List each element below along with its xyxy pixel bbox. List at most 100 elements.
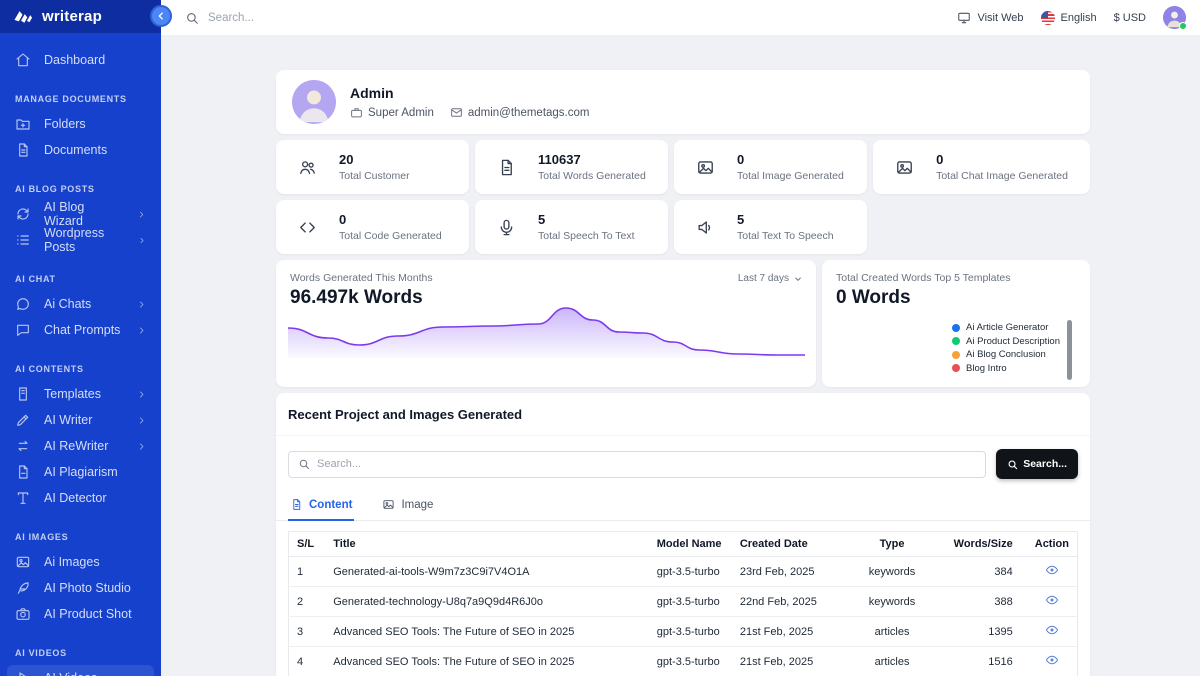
- table-search[interactable]: [288, 451, 986, 478]
- mic-icon: [497, 218, 516, 237]
- sidebar-item-wordpress-posts[interactable]: Wordpress Posts: [0, 227, 161, 253]
- view-eye-icon[interactable]: [1045, 593, 1059, 607]
- pen-icon: [15, 412, 31, 428]
- tab-image[interactable]: Image: [380, 489, 435, 521]
- table-body: 1Generated-ai-tools-W9m7z3C9i7V4O1Agpt-3…: [289, 557, 1078, 676]
- column-header-title: Title: [325, 532, 649, 557]
- visit-web-link[interactable]: Visit Web: [957, 11, 1023, 25]
- play-icon: [15, 670, 31, 676]
- sidebar-section-ai-contents: AI CONTENTS: [15, 358, 146, 380]
- view-eye-icon[interactable]: [1045, 623, 1059, 637]
- table-row: 2Generated-technology-U8q7a9Q9d4R6J0ogpt…: [289, 587, 1078, 617]
- cell-title-link[interactable]: Generated-technology-U8q7a9Q9d4R6J0o: [325, 587, 649, 617]
- table-row: 3Advanced SEO Tools: The Future of SEO i…: [289, 617, 1078, 647]
- sidebar-item-folders[interactable]: Folders: [0, 111, 161, 137]
- sidebar-item-label: AI ReWriter: [44, 439, 108, 453]
- profile-name: Admin: [350, 85, 589, 101]
- stat-card-total-code-generated: 0Total Code Generated: [276, 200, 469, 254]
- search-icon: [1007, 459, 1018, 470]
- range-dropdown[interactable]: Last 7 days: [738, 273, 802, 284]
- view-eye-icon[interactable]: [1045, 653, 1059, 667]
- legend-scrollbar[interactable]: [1067, 320, 1072, 380]
- topbar-right: Visit Web English $ USD: [957, 6, 1186, 29]
- stat-value: 0: [737, 152, 844, 167]
- table-search-input[interactable]: [317, 458, 976, 470]
- view-eye-icon[interactable]: [1045, 563, 1059, 577]
- chevron-down-icon: [794, 275, 802, 283]
- stat-value: 20: [339, 152, 410, 167]
- cell-action: [1027, 617, 1078, 647]
- words-chart-title: Words Generated This Months: [290, 272, 802, 284]
- monitor-icon: [957, 11, 971, 25]
- sidebar-item-ai-detector[interactable]: AI Detector: [0, 485, 161, 511]
- sidebar-item-documents[interactable]: Documents: [0, 137, 161, 163]
- column-header-model-name: Model Name: [649, 532, 732, 557]
- stat-label: Total Chat Image Generated: [936, 170, 1068, 182]
- visit-web-label: Visit Web: [977, 12, 1023, 24]
- plagiarism-icon: [15, 464, 31, 480]
- topbar-search[interactable]: [185, 11, 408, 25]
- sidebar-item-ai-photo-studio[interactable]: AI Photo Studio: [0, 575, 161, 601]
- sidebar-item-label: AI Photo Studio: [44, 581, 131, 595]
- stats-grid: 20Total Customer110637Total Words Genera…: [276, 140, 1090, 254]
- stat-value: 0: [936, 152, 1068, 167]
- user-avatar[interactable]: [1163, 6, 1186, 29]
- sidebar-item-ai-blog-wizard[interactable]: AI Blog Wizard: [0, 201, 161, 227]
- language-label: English: [1061, 12, 1097, 24]
- cell-words: 1395: [946, 617, 1027, 647]
- sidebar-item-ai-rewriter[interactable]: AI ReWriter: [0, 433, 161, 459]
- currency-selector[interactable]: $ USD: [1114, 12, 1146, 24]
- legend-item-ai-blog-conclusion: Ai Blog Conclusion: [952, 349, 1060, 360]
- cell-title-link[interactable]: Advanced SEO Tools: The Future of SEO in…: [325, 647, 649, 676]
- language-selector[interactable]: English: [1041, 11, 1097, 25]
- speaker-icon: [696, 218, 715, 237]
- stat-value: 0: [339, 212, 442, 227]
- sidebar-section-ai-videos: AI VIDEOS: [15, 642, 146, 664]
- stat-card-total-image-generated: 0Total Image Generated: [674, 140, 867, 194]
- legend-item-ai-product-description: Ai Product Description: [952, 336, 1060, 347]
- stat-card-total-customer: 20Total Customer: [276, 140, 469, 194]
- envelope-icon: [450, 106, 463, 119]
- cell-title-link[interactable]: Advanced SEO Tools: The Future of SEO in…: [325, 617, 649, 647]
- stat-label: Total Text To Speech: [737, 230, 834, 242]
- cell-title-link[interactable]: Generated-ai-tools-W9m7z3C9i7V4O1A: [325, 557, 649, 587]
- sidebar-item-label: AI Videos: [44, 671, 97, 676]
- sidebar-item-ai-chats[interactable]: Ai Chats: [0, 291, 161, 317]
- search-icon: [298, 458, 310, 470]
- sidebar-item-ai-plagiarism[interactable]: AI Plagiarism: [0, 459, 161, 485]
- tab-content[interactable]: Content: [288, 489, 354, 521]
- sidebar-item-label: AI Detector: [44, 491, 107, 505]
- cell-sl: 4: [289, 647, 326, 676]
- words-generated-chart-card: Words Generated This Months 96.497k Word…: [276, 260, 816, 387]
- document-icon: [15, 142, 31, 158]
- sidebar-item-ai-writer[interactable]: AI Writer: [0, 407, 161, 433]
- cell-model: gpt-3.5-turbo: [649, 557, 732, 587]
- sidebar-item-chat-prompts[interactable]: Chat Prompts: [0, 317, 161, 343]
- sidebar: writerap DashboardMANAGE DOCUMENTSFolder…: [0, 0, 161, 676]
- logo[interactable]: writerap: [0, 0, 161, 33]
- sidebar-item-ai-product-shot[interactable]: AI Product Shot: [0, 601, 161, 627]
- tab-label: Content: [309, 499, 352, 511]
- cell-words: 1516: [946, 647, 1027, 676]
- topbar-search-input[interactable]: [208, 12, 408, 24]
- sidebar-collapse-button[interactable]: [150, 5, 172, 27]
- stat-card-total-chat-image-generated: 0 Total Chat Image Generated: [873, 140, 1090, 194]
- chevron-right-icon: [137, 210, 146, 219]
- recent-projects-table: S/LTitleModel NameCreated DateTypeWords/…: [288, 531, 1078, 676]
- cell-action: [1027, 647, 1078, 676]
- templates-chart-value: 0 Words: [836, 287, 1076, 309]
- cell-type: articles: [838, 617, 945, 647]
- sidebar-item-templates[interactable]: Templates: [0, 381, 161, 407]
- search-button[interactable]: Search...: [996, 449, 1078, 479]
- cell-date: 23rd Feb, 2025: [732, 557, 839, 587]
- chevron-right-icon: [137, 442, 146, 451]
- sidebar-item-ai-videos[interactable]: AI Videos: [7, 665, 154, 676]
- cell-sl: 3: [289, 617, 326, 647]
- sidebar-item-dashboard[interactable]: Dashboard: [0, 47, 161, 73]
- stat-card-total-words-generated: 110637Total Words Generated: [475, 140, 668, 194]
- cell-sl: 1: [289, 557, 326, 587]
- recent-projects-title: Recent Project and Images Generated: [276, 393, 1090, 436]
- sidebar-item-ai-images[interactable]: Ai Images: [0, 549, 161, 575]
- profile-card: Admin Super Admin admin@themetags.com: [276, 70, 1090, 134]
- column-header-created-date: Created Date: [732, 532, 839, 557]
